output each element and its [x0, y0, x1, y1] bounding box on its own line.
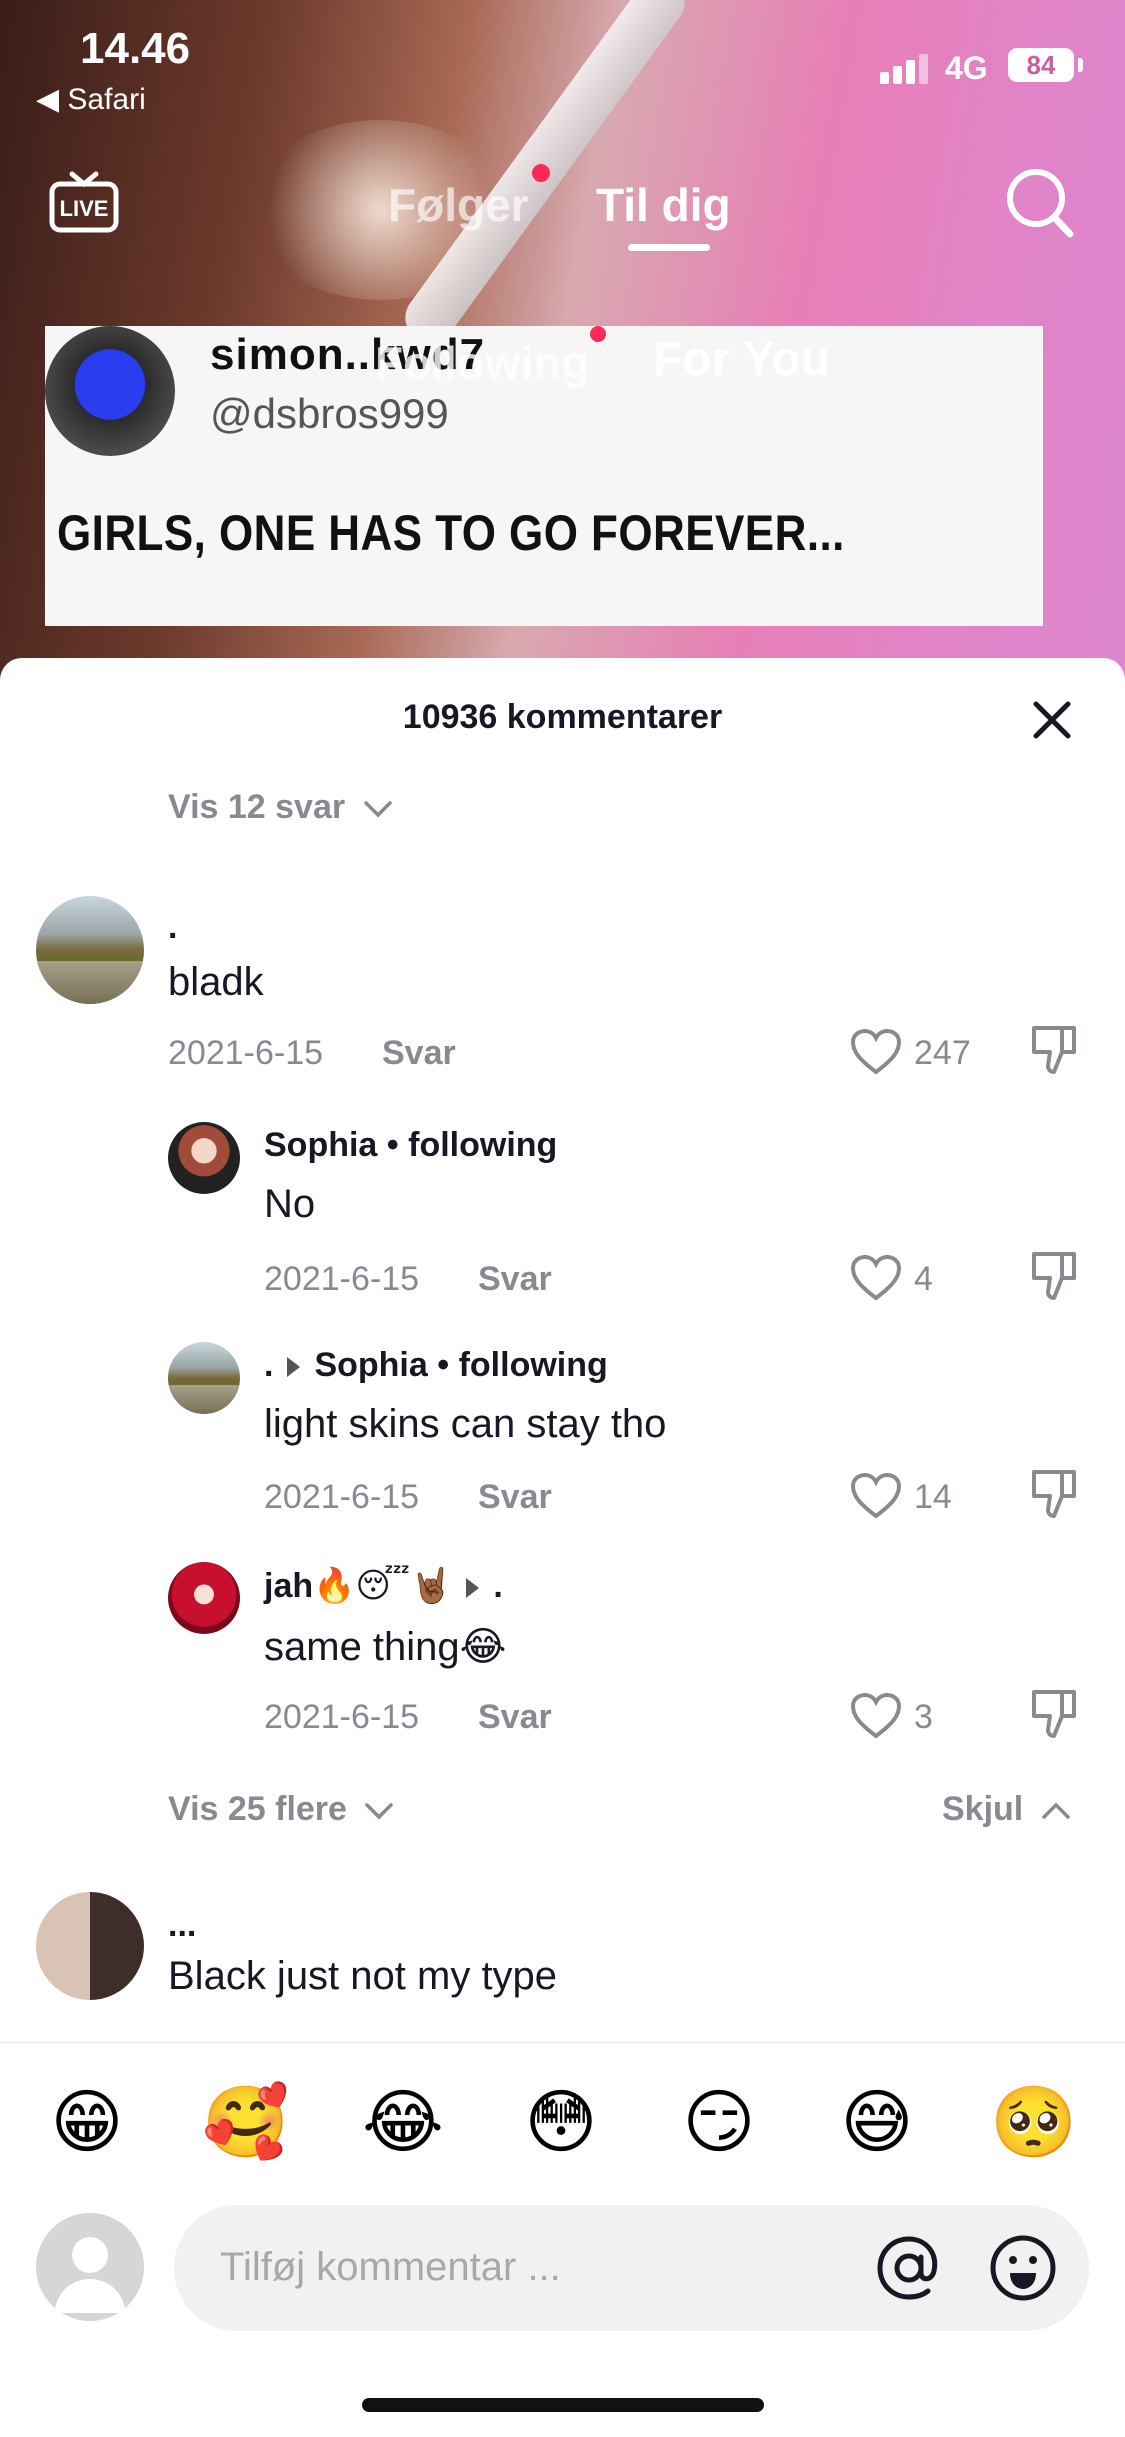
reply-text: No	[264, 1182, 316, 1226]
comment-input[interactable]: Tilføj kommentar ...	[174, 2205, 1089, 2331]
heart-icon[interactable]	[850, 1472, 902, 1520]
video-content-card: simon..kwd7 @dsbros999 Following For You…	[45, 326, 1043, 626]
top-navigation: LIVE Følger Til dig	[0, 160, 1125, 260]
comment-text: bladk	[168, 960, 264, 1004]
reply-author: jah🔥😴🤘🏾	[264, 1567, 453, 1605]
emoji-button[interactable]: 😏	[676, 2079, 762, 2165]
card-overlay-dot	[590, 326, 606, 342]
reply-date: 2021-6-15	[264, 1260, 420, 1298]
reply-username[interactable]: . Sophia • following	[264, 1346, 608, 1385]
view-more-replies-button[interactable]: Vis 25 flere	[168, 1790, 394, 1829]
emoji-picker-icon[interactable]	[988, 2233, 1058, 2303]
view-more-label: Vis 25 flere	[168, 1790, 347, 1828]
emoji-button[interactable]: 😅	[834, 2079, 920, 2165]
comment-input-placeholder: Tilføj kommentar ...	[220, 2245, 561, 2289]
reply-author: .	[264, 1346, 274, 1384]
reply-date: 2021-6-15	[264, 1698, 420, 1736]
mention-icon[interactable]	[874, 2233, 944, 2303]
comment-username[interactable]: .	[168, 908, 177, 947]
reply-button[interactable]: Svar	[478, 1698, 552, 1737]
view-replies-label: Vis 12 svar	[168, 788, 346, 826]
live-icon[interactable]: LIVE	[48, 170, 120, 234]
reply-button[interactable]: Svar	[478, 1260, 552, 1299]
reply-avatar[interactable]	[168, 1562, 240, 1634]
active-tab-indicator	[628, 244, 710, 251]
comment-date: 2021-6-15	[168, 1034, 324, 1072]
chevron-down-icon	[363, 801, 392, 818]
reply-to-user[interactable]: Sophia • following	[314, 1346, 607, 1384]
back-app-label: Safari	[67, 83, 146, 116]
reply-text: same thing😂	[264, 1625, 507, 1669]
battery-level: 84	[1008, 48, 1074, 82]
dislike-icon[interactable]	[1028, 1468, 1080, 1522]
comment-username[interactable]: ...	[168, 1906, 196, 1945]
reply-username[interactable]: jah🔥😴🤘🏾.	[264, 1566, 503, 1606]
card-handle: @dsbros999	[210, 390, 449, 437]
card-overlay-following: Following	[375, 337, 590, 389]
close-icon[interactable]	[1030, 698, 1074, 742]
dislike-icon[interactable]	[1028, 1688, 1080, 1742]
reply-button[interactable]: Svar	[382, 1034, 456, 1073]
signal-icon	[880, 54, 932, 84]
card-avatar	[45, 326, 175, 456]
search-icon[interactable]	[1004, 164, 1074, 240]
like-count: 247	[914, 1034, 971, 1072]
comments-count-title: 10936 kommentarer	[402, 698, 723, 736]
back-to-safari[interactable]: ◀ Safari	[36, 82, 146, 117]
commenter-avatar[interactable]	[36, 1892, 144, 2000]
dislike-icon[interactable]	[1028, 1250, 1080, 1304]
reply-username[interactable]: Sophia • following	[264, 1126, 557, 1165]
dislike-icon[interactable]	[1028, 1024, 1080, 1078]
network-type: 4G	[945, 50, 988, 86]
reply-button[interactable]: Svar	[478, 1478, 552, 1517]
hide-replies-button[interactable]: Skjul	[942, 1790, 1071, 1829]
heart-icon[interactable]	[850, 1254, 902, 1302]
tab-following[interactable]: Følger	[388, 178, 529, 232]
emoji-button[interactable]: 😳	[518, 2079, 604, 2165]
heart-icon[interactable]	[850, 1692, 902, 1740]
following-notification-dot	[532, 164, 550, 182]
reply-arrow-icon	[466, 1578, 480, 1599]
emoji-button[interactable]: 🥺	[990, 2079, 1077, 2165]
view-replies-button[interactable]: Vis 12 svar	[168, 788, 393, 827]
hide-label: Skjul	[942, 1790, 1024, 1828]
reply-arrow-icon	[287, 1357, 301, 1378]
reply-date: 2021-6-15	[264, 1478, 420, 1516]
like-count: 4	[914, 1260, 933, 1298]
like-count: 14	[914, 1478, 952, 1516]
card-overlay-for-you: For You	[653, 333, 830, 386]
current-user-avatar	[36, 2213, 144, 2321]
commenter-avatar[interactable]	[36, 896, 144, 1004]
reply-avatar[interactable]	[168, 1122, 240, 1194]
battery-tip-icon	[1078, 58, 1083, 72]
emoji-button[interactable]: 😂	[360, 2079, 446, 2165]
default-avatar-icon	[54, 2237, 126, 2313]
emoji-button[interactable]: 😁	[44, 2079, 130, 2165]
reply-text: light skins can stay tho	[264, 1402, 667, 1446]
heart-icon[interactable]	[850, 1028, 902, 1076]
comment-text: Black just not my type	[168, 1954, 558, 1998]
reply-to-user[interactable]: .	[493, 1567, 502, 1605]
live-label: LIVE	[60, 196, 109, 221]
reply-avatar[interactable]	[168, 1342, 240, 1414]
emoji-button[interactable]: 🥰	[202, 2079, 289, 2165]
card-headline: GIRLS, ONE HAS TO GO FOREVER...	[57, 505, 845, 561]
tab-for-you[interactable]: Til dig	[596, 178, 731, 232]
status-time: 14.46	[80, 24, 191, 73]
like-count: 3	[914, 1698, 933, 1736]
quick-emoji-row: 😁 🥰 😂 😳 😏 😅 🥺	[0, 2079, 1125, 2169]
home-indicator[interactable]	[362, 2398, 764, 2412]
status-bar: 14.46 ◀ Safari 4G 84	[0, 20, 1125, 116]
chevron-down-icon	[365, 1803, 394, 1820]
chevron-up-icon	[1041, 1802, 1070, 1819]
comment-composer: 😁 🥰 😂 😳 😏 😅 🥺 Tilføj kommentar ...	[0, 2042, 1125, 2437]
